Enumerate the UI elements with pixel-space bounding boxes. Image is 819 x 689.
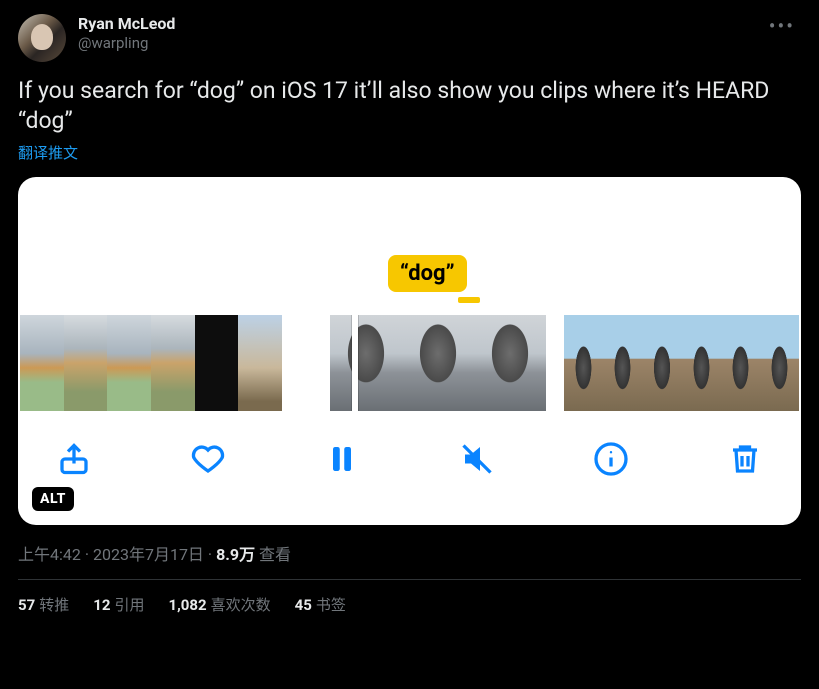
media-top: “dog” <box>18 177 801 315</box>
media-card[interactable]: “dog” <box>18 177 801 525</box>
clip-frame <box>402 315 474 411</box>
tweet-meta: 上午4:42 · 2023年7月17日 · 8.9万 查看 <box>18 541 801 565</box>
clip-frame <box>564 315 603 411</box>
caption-tick <box>458 297 480 303</box>
views-label: 查看 <box>255 545 291 564</box>
trash-icon[interactable] <box>725 439 765 479</box>
share-icon[interactable] <box>54 439 94 479</box>
retweets-stat[interactable]: 57转推 <box>18 594 69 615</box>
author-block[interactable]: Ryan McLeod @warpling <box>78 14 175 53</box>
translate-link[interactable]: 翻译推文 <box>18 142 801 163</box>
clip-frame <box>642 315 681 411</box>
bookmarks-stat[interactable]: 45书签 <box>295 594 346 615</box>
clip-frame <box>603 315 642 411</box>
views-count: 8.9万 <box>216 545 255 564</box>
clip-strip[interactable] <box>330 315 546 411</box>
quotes-stat[interactable]: 12引用 <box>93 594 144 615</box>
date[interactable]: 2023年7月17日 <box>93 545 204 564</box>
tweet-container: Ryan McLeod @warpling ••• If you search … <box>0 0 819 625</box>
handle: @warpling <box>78 34 175 53</box>
stats-row: 57转推 12引用 1,082喜欢次数 45书签 <box>18 580 801 615</box>
mute-icon[interactable] <box>457 439 497 479</box>
likes-stat[interactable]: 1,082喜欢次数 <box>168 594 270 615</box>
display-name: Ryan McLeod <box>78 14 175 34</box>
clip-frame <box>760 315 799 411</box>
clip-frame <box>195 315 239 411</box>
clip-strip[interactable] <box>564 315 799 411</box>
alt-badge[interactable]: ALT <box>32 487 74 511</box>
timeline-strips <box>18 315 801 411</box>
clip-frame <box>682 315 721 411</box>
clip-strip[interactable] <box>20 315 282 411</box>
clip-frame <box>721 315 760 411</box>
time[interactable]: 上午4:42 <box>18 545 81 564</box>
clip-frame <box>474 315 546 411</box>
more-button[interactable]: ••• <box>763 14 801 38</box>
clip-frame <box>238 315 282 411</box>
playhead-icon[interactable] <box>352 315 358 411</box>
clip-frame <box>64 315 108 411</box>
caption-tag: “dog” <box>388 255 467 292</box>
media-toolbar <box>18 439 801 479</box>
clip-frame <box>330 315 402 411</box>
info-icon[interactable] <box>591 439 631 479</box>
tweet-header: Ryan McLeod @warpling ••• <box>18 14 801 62</box>
heart-icon[interactable] <box>188 439 228 479</box>
pause-icon[interactable] <box>322 439 362 479</box>
clip-frame <box>20 315 64 411</box>
avatar[interactable] <box>18 14 66 62</box>
clip-frame <box>151 315 195 411</box>
clip-frame <box>107 315 151 411</box>
tweet-text: If you search for “dog” on iOS 17 it’ll … <box>18 76 801 136</box>
